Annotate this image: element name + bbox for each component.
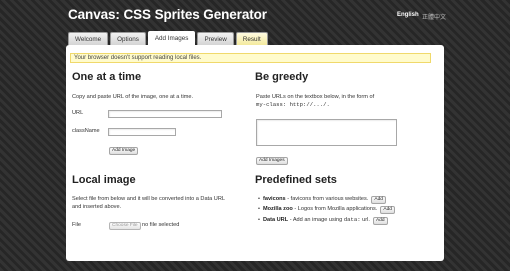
warning-banner: Your browser doesn't support reading loc… [70, 53, 431, 63]
preset-name: favicons [262, 196, 286, 202]
tab-bar: Welcome Options Add Images Preview Resul… [68, 31, 270, 45]
one-at-a-time-description: Copy and paste URL of the image, one at … [72, 94, 194, 100]
preset-description: - Logos from Mozilla applications. [292, 206, 378, 212]
preset-description: - Add an image using [288, 217, 344, 223]
bullet-icon: • [258, 196, 260, 202]
file-label: File [72, 222, 82, 228]
tab-result[interactable]: Result [235, 32, 268, 45]
local-image-heading: Local image [72, 174, 136, 186]
add-data-url-button[interactable]: Add [372, 217, 388, 225]
add-favicons-button[interactable]: Add [371, 196, 386, 204]
tab-preview[interactable]: Preview [197, 32, 234, 45]
preset-description: - favicons from various websites. [285, 196, 369, 202]
classname-label: className [72, 128, 100, 134]
preset-data-url: • Data URL - Add an image using data: url… [258, 216, 388, 225]
choose-file-button[interactable]: Choose File [109, 222, 141, 230]
app-window: Canvas: CSS Sprites Generator English 正體… [0, 0, 510, 271]
url-input[interactable] [108, 110, 222, 118]
preset-name: Data URL [262, 217, 289, 223]
add-mozilla-zoo-button[interactable]: Add [380, 206, 395, 214]
bullet-icon: • [258, 217, 260, 223]
local-image-description-line2: and inserted above. [72, 204, 122, 210]
preset-mozilla-zoo: • Mozilla zoo - Logos from Mozilla applic… [258, 206, 395, 214]
no-file-status: no file selected [142, 222, 180, 228]
be-greedy-format-code: my-class: http://.../. [256, 101, 330, 108]
url-label: URL [72, 110, 84, 116]
tab-welcome[interactable]: Welcome [68, 32, 109, 45]
preset-description-code: data: [343, 216, 361, 223]
one-at-a-time-heading: One at a time [72, 71, 142, 83]
bullet-icon: • [258, 206, 260, 212]
preset-favicons: • favicons - favicons from various websit… [258, 196, 386, 204]
app-title: Canvas: CSS Sprites Generator [68, 7, 267, 22]
preset-description-tail: url. [360, 217, 370, 223]
add-images-button[interactable]: Add Images [256, 157, 288, 165]
classname-input[interactable] [108, 128, 176, 136]
tab-add-images[interactable]: Add Images [147, 31, 196, 45]
language-english-link[interactable]: English [397, 12, 419, 18]
predefined-sets-heading: Predefined sets [255, 174, 337, 186]
language-chinese-link[interactable]: 正體中文 [422, 12, 446, 21]
add-image-button[interactable]: Add Image [109, 147, 139, 155]
urls-textarea[interactable] [256, 119, 397, 146]
preset-name: Mozilla zoo [262, 206, 293, 212]
be-greedy-heading: Be greedy [255, 71, 309, 83]
tab-options[interactable]: Options [110, 32, 146, 45]
